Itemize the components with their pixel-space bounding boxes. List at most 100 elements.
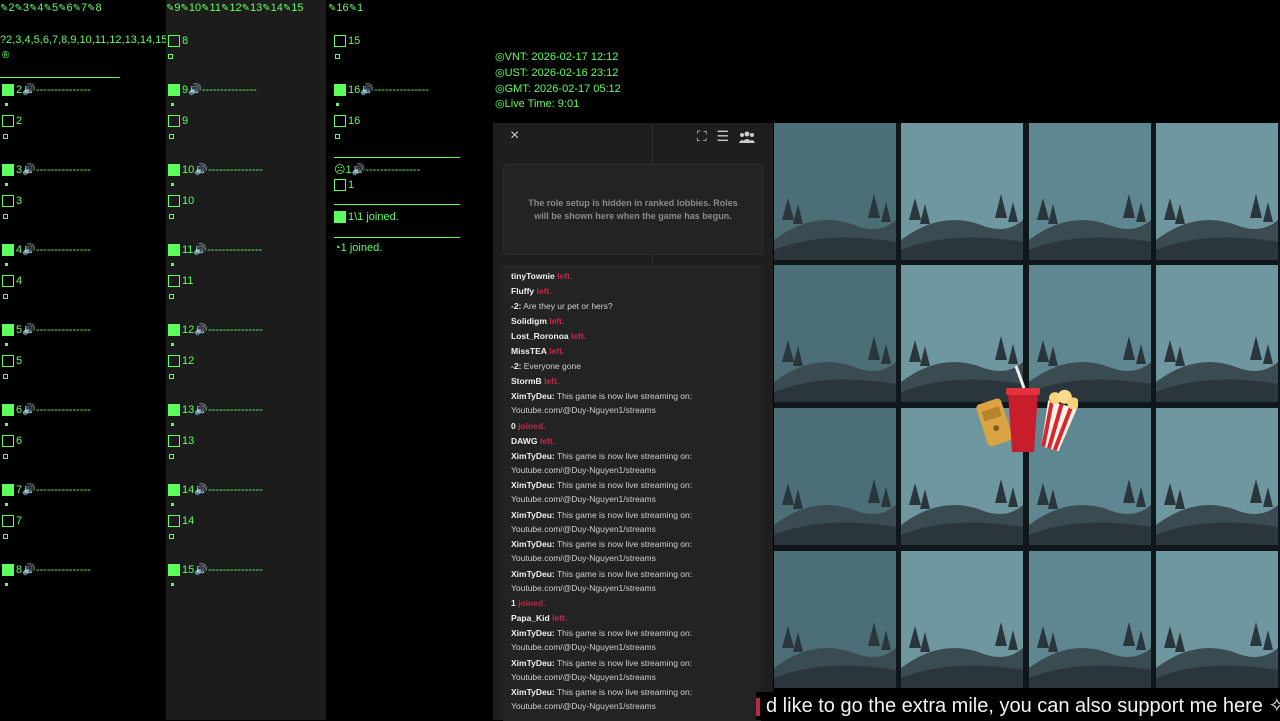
clock-icon: ◎: [495, 83, 505, 95]
chat-message: XimTyDeu: This game is now live streamin…: [511, 568, 693, 593]
player-tile[interactable]: [774, 265, 896, 402]
fullscreen-icon[interactable]: ⛶: [697, 128, 707, 144]
divider: [334, 237, 460, 238]
tab-13[interactable]: ✎13: [242, 2, 263, 14]
player-tile[interactable]: [1156, 408, 1278, 545]
clock-icon: ◎: [495, 67, 505, 79]
refresh-icon[interactable]: ®: [2, 50, 9, 61]
players-icon[interactable]: [739, 128, 755, 144]
seat-checkbox-10[interactable]: 10: [168, 195, 194, 208]
chat-message: 0 joined.: [511, 420, 546, 431]
clock-ust: ◎UST: 2026-02-16 23:12: [495, 67, 619, 79]
seat-checkbox-6[interactable]: 6: [2, 435, 22, 448]
player-tile[interactable]: [901, 551, 1023, 688]
tab-9[interactable]: ✎9: [166, 2, 181, 14]
sparkle-icon: ✧✧: [1268, 695, 1280, 717]
player-tile[interactable]: [774, 123, 896, 260]
player-tile[interactable]: [1156, 123, 1278, 260]
marker: [5, 263, 8, 266]
pin-icon: ✎: [201, 3, 210, 14]
seat-row-13[interactable]: 13🔊---------------: [168, 403, 263, 417]
marker: [335, 54, 340, 59]
marker: [5, 183, 8, 186]
player-tile[interactable]: [901, 123, 1023, 260]
tab-16[interactable]: ✎16: [328, 2, 349, 14]
marker: [336, 103, 339, 106]
marker: [171, 103, 174, 106]
seat-checkbox-2[interactable]: 2: [2, 115, 22, 128]
seat-row-9[interactable]: 9🔊---------------: [168, 83, 257, 97]
tab-4[interactable]: ✎4: [29, 2, 44, 14]
marker: [5, 103, 8, 106]
seat-row-3[interactable]: 3🔊---------------: [2, 163, 91, 177]
tab-15[interactable]: ✎15: [283, 2, 304, 14]
tab-7[interactable]: ✎7: [73, 2, 88, 14]
speaker-icon: 🔊: [22, 324, 36, 336]
tab-3[interactable]: ✎3: [15, 2, 30, 14]
player-tile[interactable]: [1029, 123, 1151, 260]
tab-10[interactable]: ✎10: [181, 2, 202, 14]
marker: [169, 534, 174, 539]
seat-checkbox-7[interactable]: 7: [2, 515, 22, 528]
close-icon[interactable]: ×: [510, 127, 519, 145]
seat-row-7[interactable]: 7🔊---------------: [2, 483, 91, 497]
seat-row-10[interactable]: 10🔊---------------: [168, 163, 263, 177]
seat-row-4[interactable]: 4🔊---------------: [2, 243, 91, 257]
pin-icon: ✎: [72, 3, 81, 14]
tab-11[interactable]: ✎11: [201, 2, 221, 14]
player-tile[interactable]: [774, 408, 896, 545]
tab-8[interactable]: ✎8: [87, 2, 102, 14]
speaker-icon: 🔊: [194, 564, 208, 576]
chat-message: 1 joined.: [511, 598, 546, 608]
tab-2[interactable]: ✎2: [0, 2, 15, 14]
seat-checkbox-4[interactable]: 4: [2, 275, 22, 288]
seat-row-12[interactable]: 12🔊---------------: [168, 323, 263, 337]
seat-row-1[interactable]: ☹1🔊---------------: [334, 163, 420, 176]
seat-row-2[interactable]: 2🔊---------------: [2, 83, 91, 97]
seat-row-14[interactable]: 14🔊---------------: [168, 483, 263, 497]
seat-checkbox-9[interactable]: 9: [168, 115, 188, 128]
seat-checkbox-5[interactable]: 5: [2, 355, 22, 368]
clock-icon: ◔: [334, 242, 341, 254]
tab-1[interactable]: ✎1: [349, 2, 364, 14]
seat-checkbox-13[interactable]: 13: [168, 435, 194, 448]
seat-checkbox-top[interactable]: 8: [168, 35, 188, 48]
seat-row-16[interactable]: 16🔊---------------: [334, 83, 429, 97]
marker: [5, 343, 8, 346]
marker: [171, 343, 174, 346]
tab-14[interactable]: ✎14: [262, 2, 283, 14]
marker: [3, 534, 8, 539]
player-tile[interactable]: [1029, 551, 1151, 688]
marker: [169, 454, 174, 459]
seat-indicator: [2, 164, 14, 177]
seat-checkbox-1[interactable]: 1: [334, 179, 354, 192]
marker: [3, 374, 8, 379]
chat-message: XimTyDeu: This game is now live streamin…: [511, 450, 693, 475]
tab-strip-1: ✎2✎3✎4✎5✎6✎7✎8: [0, 2, 102, 14]
tab-5[interactable]: ✎5: [44, 2, 59, 14]
seat-checkbox-3[interactable]: 3: [2, 195, 22, 208]
seat-checkbox-11[interactable]: 11: [168, 275, 193, 288]
seat-checkbox-16[interactable]: 16: [334, 115, 360, 128]
support-ticker: d like to go the extra mile, you can als…: [756, 692, 1280, 720]
seat-row-15[interactable]: 15🔊---------------: [168, 563, 263, 577]
tab-12[interactable]: ✎12: [221, 2, 242, 14]
player-tile[interactable]: [774, 551, 896, 688]
chat-message: Fluffy left.: [511, 286, 552, 296]
player-tile[interactable]: [1156, 551, 1278, 688]
menu-icon[interactable]: ☰: [717, 128, 730, 144]
seat-indicator: [2, 404, 14, 417]
seat-checkbox-12[interactable]: 12: [168, 355, 194, 368]
seat-checkbox-14[interactable]: 14: [168, 515, 194, 528]
seat-row-8[interactable]: 8🔊---------------: [2, 563, 91, 577]
seat-checkbox-top[interactable]: 15: [334, 35, 360, 48]
tab-6[interactable]: ✎6: [58, 2, 73, 14]
player-tile[interactable]: [1156, 265, 1278, 402]
seat-column-2: ✎9✎10✎11✎12✎13✎14✎15 8 9🔊---------------…: [166, 0, 326, 720]
chat-log[interactable]: tinyTownie left. Fluffy left. -2: Are they…: [503, 266, 761, 721]
seat-indicator: [2, 84, 14, 97]
seat-row-5[interactable]: 5🔊---------------: [2, 323, 91, 337]
seat-row-6[interactable]: 6🔊---------------: [2, 403, 91, 417]
seat-indicator: [168, 164, 180, 177]
seat-row-11[interactable]: 11🔊---------------: [168, 243, 262, 257]
